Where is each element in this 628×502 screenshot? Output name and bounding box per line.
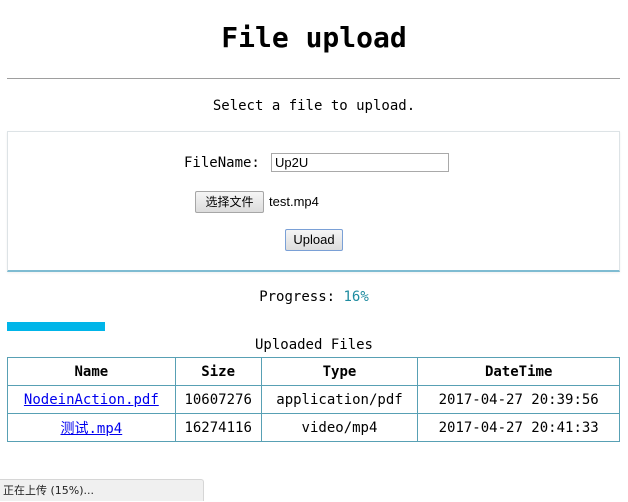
progress-bar <box>7 322 105 331</box>
cell-name: NodeinAction.pdf <box>7 385 176 414</box>
progress-row: Progress: 16% <box>0 288 628 306</box>
page-title: File upload <box>221 21 407 54</box>
upload-button[interactable]: Upload <box>285 229 343 251</box>
file-link[interactable]: NodeinAction.pdf <box>24 392 159 408</box>
cell-size: 10607276 <box>174 385 262 414</box>
page-subtitle: Select a file to upload. <box>212 98 416 114</box>
uploaded-files-table: Name Size Type DateTime NodeinAction.pdf… <box>7 357 620 442</box>
filename-input[interactable] <box>271 153 449 172</box>
chosen-file-name: test.mp4 <box>269 194 319 209</box>
filename-label: FileName: <box>184 155 260 171</box>
cell-size: 16274116 <box>174 413 262 442</box>
progress-label: Progress: <box>259 289 344 305</box>
progress-value: 16% <box>343 289 369 305</box>
column-header-name: Name <box>7 357 176 386</box>
table-row: NodeinAction.pdf 10607276 application/pd… <box>7 385 620 414</box>
uploaded-files-caption: Uploaded Files <box>254 337 373 353</box>
file-link[interactable]: 测试.mp4 <box>61 421 123 437</box>
column-header-datetime: DateTime <box>417 357 620 386</box>
upload-form-panel: FileName: 选择文件 test.mp4 Upload <box>7 131 620 272</box>
table-header-row: Name Size Type DateTime <box>7 357 620 386</box>
cell-datetime: 2017-04-27 20:39:56 <box>417 385 620 414</box>
cell-type: application/pdf <box>260 385 419 414</box>
table-row: 测试.mp4 16274116 video/mp4 2017-04-27 20:… <box>7 413 620 442</box>
column-header-size: Size <box>174 357 262 386</box>
browser-status-bar: 正在上传 (15%)... <box>0 479 204 501</box>
cell-name: 测试.mp4 <box>7 413 176 442</box>
choose-file-button[interactable]: 选择文件 <box>195 191 264 213</box>
header-divider <box>7 78 620 79</box>
cell-datetime: 2017-04-27 20:41:33 <box>417 413 620 442</box>
cell-type: video/mp4 <box>260 413 419 442</box>
column-header-type: Type <box>260 357 419 386</box>
